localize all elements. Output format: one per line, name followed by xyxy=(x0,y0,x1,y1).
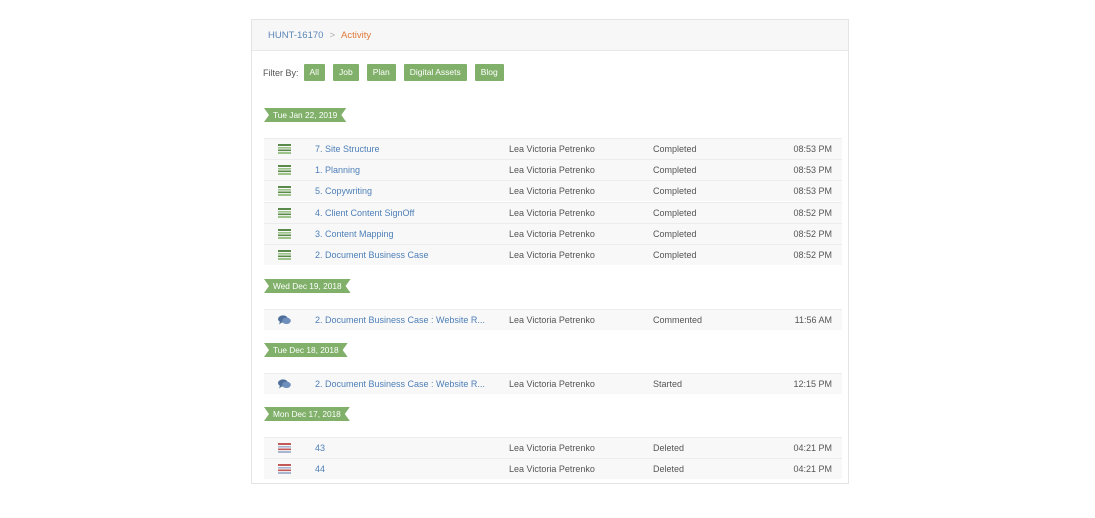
activity-row: 4. Client Content SignOff Lea Victoria Pe… xyxy=(264,201,842,223)
activity-time: 04:21 PM xyxy=(793,464,832,475)
date-ribbon: Tue Jan 22, 2019 xyxy=(264,108,346,122)
activity-title-link[interactable]: 43 xyxy=(315,438,325,458)
filter-plan-button[interactable]: Plan xyxy=(366,64,396,81)
activity-status: Started xyxy=(653,379,683,389)
activity-user: Lea Victoria Petrenko xyxy=(509,144,595,154)
deleted-list-icon xyxy=(278,443,291,453)
activity-time: 11:56 AM xyxy=(794,315,832,325)
activity-row: 44 Lea Victoria Petrenko Deleted 04:21 PM xyxy=(264,458,842,480)
activity-user: Lea Victoria Petrenko xyxy=(509,443,595,453)
filter-job-button[interactable]: Job xyxy=(332,64,359,81)
activity-row: 7. Site Structure Lea Victoria Petrenko Co… xyxy=(264,138,842,159)
filter-all-button[interactable]: All xyxy=(303,64,325,81)
activity-status: Completed xyxy=(653,250,697,260)
activity-row: 5. Copywriting Lea Victoria Petrenko Compl… xyxy=(264,180,842,202)
activity-title-link[interactable]: 4. Client Content SignOff xyxy=(315,203,414,223)
breadcrumb-project-link[interactable]: HUNT-16170 xyxy=(268,30,323,41)
activity-row: 1. Planning Lea Victoria Petrenko Complete… xyxy=(264,159,842,181)
task-list-icon xyxy=(278,207,291,218)
filter-blog-button[interactable]: Blog xyxy=(474,64,504,81)
activity-title-link[interactable]: 44 xyxy=(315,459,325,479)
activity-status: Completed xyxy=(653,228,697,239)
activity-time: 08:53 PM xyxy=(793,186,832,197)
activity-row: 2. Document Business Case : Website R...… xyxy=(264,373,842,394)
activity-panel: HUNT-16170 > Activity Filter By: All Job… xyxy=(251,19,849,484)
task-list-icon xyxy=(278,186,291,197)
activity-status: Completed xyxy=(653,186,697,197)
task-list-icon xyxy=(278,165,291,176)
date-ribbon: Mon Dec 17, 2018 xyxy=(264,407,350,421)
activity-time: 08:52 PM xyxy=(793,228,832,239)
breadcrumb: HUNT-16170 > Activity xyxy=(252,20,848,51)
activity-title-link[interactable]: 2. Document Business Case : Website R... xyxy=(315,374,485,394)
date-ribbon: Tue Dec 18, 2018 xyxy=(264,343,348,357)
comment-icon xyxy=(278,379,291,389)
activity-user: Lea Victoria Petrenko xyxy=(509,186,595,197)
activity-user: Lea Victoria Petrenko xyxy=(509,379,595,389)
activity-title-link[interactable]: 7. Site Structure xyxy=(315,139,380,159)
activity-user: Lea Victoria Petrenko xyxy=(509,207,595,218)
activity-row: 2. Document Business Case Lea Victoria Pe… xyxy=(264,244,842,265)
activity-title-link[interactable]: 1. Planning xyxy=(315,160,360,180)
activity-row: 2. Document Business Case : Website R...… xyxy=(264,309,842,330)
activity-status: Completed xyxy=(653,144,697,154)
activity-time: 12:15 PM xyxy=(793,379,832,389)
breadcrumb-separator: > xyxy=(329,29,336,41)
activity-time: 08:52 PM xyxy=(793,250,832,260)
activity-status: Completed xyxy=(653,207,697,218)
activity-user: Lea Victoria Petrenko xyxy=(509,165,595,176)
activity-time: 08:52 PM xyxy=(793,207,832,218)
activity-title-link[interactable]: 5. Copywriting xyxy=(315,181,372,201)
activity-time: 08:53 PM xyxy=(793,165,832,176)
deleted-list-icon xyxy=(278,464,291,475)
comment-icon xyxy=(278,315,291,325)
task-list-icon xyxy=(278,250,291,260)
activity-time: 08:53 PM xyxy=(793,144,832,154)
activity-title-link[interactable]: 3. Content Mapping xyxy=(315,224,394,244)
activity-time: 04:21 PM xyxy=(793,443,832,453)
activity-user: Lea Victoria Petrenko xyxy=(509,228,595,239)
task-list-icon xyxy=(278,228,291,239)
filter-digital-assets-button[interactable]: Digital Assets xyxy=(403,64,467,81)
activity-user: Lea Victoria Petrenko xyxy=(509,464,595,475)
activity-status: Completed xyxy=(653,165,697,176)
activity-row: 3. Content Mapping Lea Victoria Petrenko C… xyxy=(264,222,842,244)
date-ribbon: Wed Dec 19, 2018 xyxy=(264,279,351,293)
activity-status: Commented xyxy=(653,315,703,325)
activity-user: Lea Victoria Petrenko xyxy=(509,315,595,325)
activity-row: 43 Lea Victoria Petrenko Deleted 04:21 PM xyxy=(264,437,842,458)
activity-title-link[interactable]: 2. Document Business Case : Website R... xyxy=(315,310,485,330)
task-list-icon xyxy=(278,144,291,154)
activity-status: Deleted xyxy=(653,443,685,453)
filter-bar: Filter By: All Job Plan Digital Assets B… xyxy=(263,64,512,81)
breadcrumb-current: Activity xyxy=(341,29,372,41)
activity-status: Deleted xyxy=(653,464,685,475)
activity-title-link[interactable]: 2. Document Business Case xyxy=(315,245,429,265)
activity-user: Lea Victoria Petrenko xyxy=(509,250,595,260)
filter-label: Filter By: xyxy=(263,67,299,78)
